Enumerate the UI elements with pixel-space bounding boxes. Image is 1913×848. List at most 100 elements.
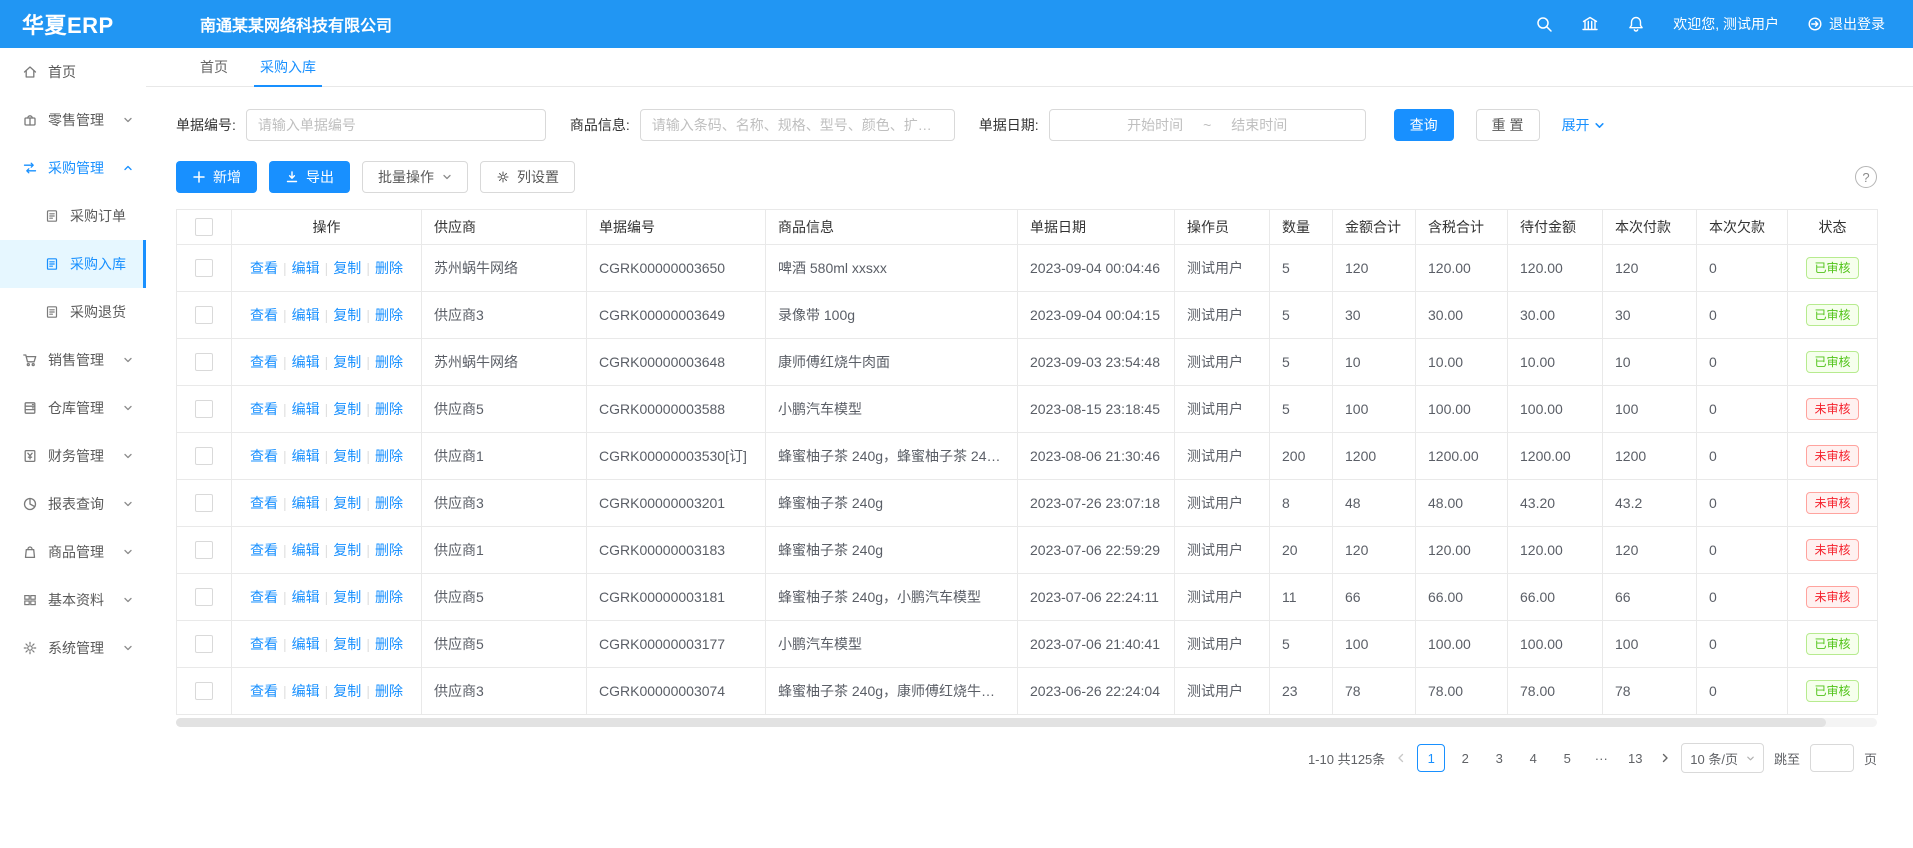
action-view[interactable]: 查看: [250, 307, 278, 323]
sidebar-item-purchase[interactable]: 采购管理: [0, 144, 146, 192]
tab-home[interactable]: 首页: [184, 48, 244, 86]
sidebar-item-warehouse[interactable]: 仓库管理: [0, 384, 146, 432]
sidebar-item-purchase-inbound[interactable]: 采购入库: [0, 240, 146, 288]
action-delete[interactable]: 删除: [375, 448, 403, 464]
action-view[interactable]: 查看: [250, 495, 278, 511]
tab-purchase-inbound[interactable]: 采购入库: [244, 48, 332, 86]
action-edit[interactable]: 编辑: [292, 683, 320, 699]
bill-no-input[interactable]: [246, 109, 546, 141]
expand-toggle[interactable]: 展开: [1562, 115, 1605, 135]
action-delete[interactable]: 删除: [375, 354, 403, 370]
page-size-select[interactable]: 10 条/页: [1681, 743, 1764, 773]
reset-button[interactable]: 重 置: [1476, 109, 1540, 141]
action-copy[interactable]: 复制: [333, 260, 361, 276]
row-checkbox[interactable]: [195, 541, 213, 559]
action-delete[interactable]: 删除: [375, 683, 403, 699]
action-view[interactable]: 查看: [250, 448, 278, 464]
product-info-input[interactable]: [640, 109, 955, 141]
action-edit[interactable]: 编辑: [292, 542, 320, 558]
action-view[interactable]: 查看: [250, 354, 278, 370]
page-button[interactable]: 4: [1519, 744, 1547, 772]
bell-icon[interactable]: [1627, 15, 1645, 33]
sidebar-item-goods[interactable]: 商品管理: [0, 528, 146, 576]
action-edit[interactable]: 编辑: [292, 354, 320, 370]
action-copy[interactable]: 复制: [333, 448, 361, 464]
action-edit[interactable]: 编辑: [292, 307, 320, 323]
action-copy[interactable]: 复制: [333, 354, 361, 370]
action-view[interactable]: 查看: [250, 589, 278, 605]
page-button[interactable]: 1: [1417, 744, 1445, 772]
action-delete[interactable]: 删除: [375, 401, 403, 417]
cell-product: 录像带 100g: [766, 292, 1018, 339]
horizontal-scrollbar[interactable]: [176, 718, 1877, 727]
action-copy[interactable]: 复制: [333, 401, 361, 417]
page-button[interactable]: 3: [1485, 744, 1513, 772]
platform-icon[interactable]: [1581, 15, 1599, 33]
sidebar-item-finance[interactable]: 财务管理: [0, 432, 146, 480]
action-edit[interactable]: 编辑: [292, 589, 320, 605]
row-checkbox[interactable]: [195, 353, 213, 371]
action-view[interactable]: 查看: [250, 260, 278, 276]
sidebar-item-retail[interactable]: 零售管理: [0, 96, 146, 144]
action-copy[interactable]: 复制: [333, 683, 361, 699]
action-delete[interactable]: 删除: [375, 636, 403, 652]
action-view[interactable]: 查看: [250, 636, 278, 652]
sidebar-item-label: 报表查询: [48, 494, 104, 514]
chevron-down-icon: [123, 499, 133, 509]
sidebar-item-reports[interactable]: 报表查询: [0, 480, 146, 528]
action-delete[interactable]: 删除: [375, 260, 403, 276]
search-button[interactable]: 查询: [1394, 109, 1454, 141]
table-row: 查看|编辑|复制|删除 供应商1 CGRK00000003183 蜂蜜柚子茶 2…: [177, 527, 1878, 574]
next-page-icon[interactable]: [1659, 752, 1671, 764]
row-checkbox[interactable]: [195, 494, 213, 512]
select-all-checkbox[interactable]: [195, 218, 213, 236]
page-button[interactable]: 13: [1621, 744, 1649, 772]
action-copy[interactable]: 复制: [333, 495, 361, 511]
column-settings-button[interactable]: 列设置: [480, 161, 575, 193]
add-button[interactable]: 新增: [176, 161, 257, 193]
action-copy[interactable]: 复制: [333, 307, 361, 323]
action-edit[interactable]: 编辑: [292, 636, 320, 652]
action-delete[interactable]: 删除: [375, 589, 403, 605]
sidebar-item-sales[interactable]: 销售管理: [0, 336, 146, 384]
sidebar-item-home[interactable]: 首页: [0, 48, 146, 96]
batch-actions-button[interactable]: 批量操作: [362, 161, 468, 193]
action-edit[interactable]: 编辑: [292, 448, 320, 464]
sidebar-item-purchase-order[interactable]: 采购订单: [0, 192, 146, 240]
action-copy[interactable]: 复制: [333, 589, 361, 605]
row-checkbox[interactable]: [195, 447, 213, 465]
date-start-placeholder[interactable]: 开始时间: [1127, 115, 1183, 135]
jump-to-input[interactable]: [1810, 744, 1854, 772]
action-view[interactable]: 查看: [250, 683, 278, 699]
row-checkbox[interactable]: [195, 259, 213, 277]
row-checkbox[interactable]: [195, 682, 213, 700]
action-edit[interactable]: 编辑: [292, 495, 320, 511]
page-button[interactable]: 2: [1451, 744, 1479, 772]
row-checkbox[interactable]: [195, 635, 213, 653]
date-range-input[interactable]: 开始时间 ~ 结束时间: [1049, 109, 1366, 141]
action-view[interactable]: 查看: [250, 401, 278, 417]
search-icon[interactable]: [1535, 15, 1553, 33]
scrollbar-thumb[interactable]: [176, 718, 1826, 727]
action-edit[interactable]: 编辑: [292, 401, 320, 417]
row-checkbox[interactable]: [195, 400, 213, 418]
sidebar-item-basic-data[interactable]: 基本资料: [0, 576, 146, 624]
prev-page-icon[interactable]: [1395, 752, 1407, 764]
sidebar-item-system[interactable]: 系统管理: [0, 624, 146, 672]
action-delete[interactable]: 删除: [375, 542, 403, 558]
page-button[interactable]: 5: [1553, 744, 1581, 772]
action-edit[interactable]: 编辑: [292, 260, 320, 276]
action-delete[interactable]: 删除: [375, 307, 403, 323]
action-copy[interactable]: 复制: [333, 636, 361, 652]
action-copy[interactable]: 复制: [333, 542, 361, 558]
date-end-placeholder[interactable]: 结束时间: [1231, 115, 1287, 135]
action-delete[interactable]: 删除: [375, 495, 403, 511]
logout-button[interactable]: 退出登录: [1807, 14, 1885, 34]
export-button[interactable]: 导出: [269, 161, 350, 193]
action-view[interactable]: 查看: [250, 542, 278, 558]
row-checkbox[interactable]: [195, 588, 213, 606]
sidebar-item-purchase-return[interactable]: 采购退货: [0, 288, 146, 336]
help-icon[interactable]: ?: [1855, 166, 1877, 188]
row-checkbox[interactable]: [195, 306, 213, 324]
table-row: 查看|编辑|复制|删除 供应商3 CGRK00000003074 蜂蜜柚子茶 2…: [177, 668, 1878, 715]
